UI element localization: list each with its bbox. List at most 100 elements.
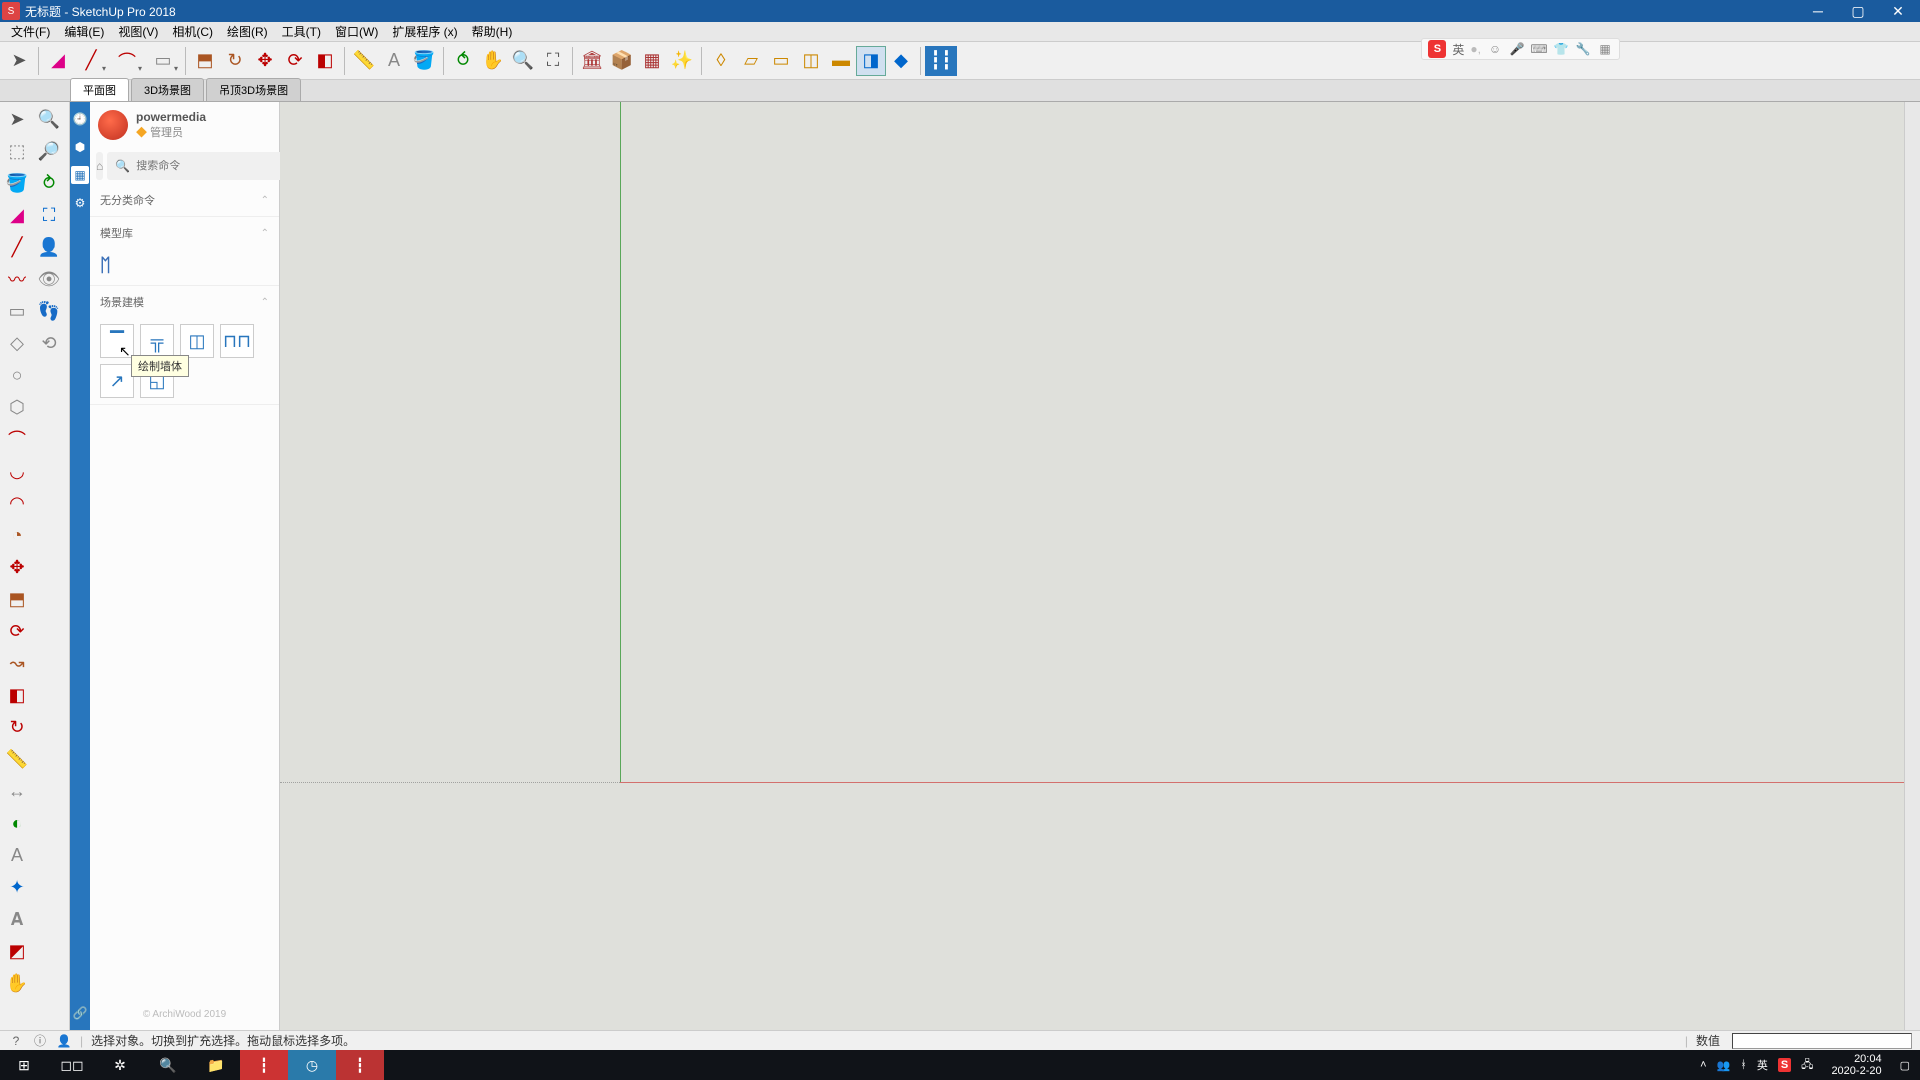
arc2-icon[interactable]: ◡	[2, 456, 32, 486]
orbit2-icon[interactable]: ⥁	[34, 168, 64, 198]
warehouse-icon[interactable]: 🏛	[577, 46, 607, 76]
prev-icon[interactable]: ⟲	[34, 328, 64, 358]
left-view-icon[interactable]: ◨	[856, 46, 886, 76]
followme-icon[interactable]: ↝	[2, 648, 32, 678]
ime-toolbar[interactable]: S 英 ●, ☺ 🎤 ⌨ 👕 🔧 ▦	[1421, 38, 1620, 60]
maximize-button[interactable]: ▢	[1838, 0, 1878, 22]
tape-icon[interactable]: 📏	[2, 744, 32, 774]
zoomwin-icon[interactable]: 🔎	[34, 136, 64, 166]
section-hdr-lib[interactable]: 模型库 ⌃	[90, 217, 279, 249]
rail-build-icon[interactable]: ▦	[71, 166, 89, 184]
text2-icon[interactable]: A	[2, 840, 32, 870]
position-camera-icon[interactable]: 👤	[34, 232, 64, 262]
rail-settings-icon[interactable]: ⚙	[71, 194, 89, 212]
offset-tool-icon[interactable]: ↻	[220, 46, 250, 76]
eraser-icon[interactable]: ◢	[2, 200, 32, 230]
taskbar-app3-icon[interactable]: ┇	[336, 1050, 384, 1080]
scene-tab-plan[interactable]: 平面图	[70, 78, 129, 101]
section-icon[interactable]: ◩	[2, 936, 32, 966]
eraser-tool-icon[interactable]: ◢	[43, 46, 73, 76]
section-hdr-uncat[interactable]: 无分类命令 ⌃	[90, 184, 279, 216]
rotate-tool-icon[interactable]: ⟳	[280, 46, 310, 76]
top-view-icon[interactable]: ▱	[736, 46, 766, 76]
rail-library-icon[interactable]: ⬢	[71, 138, 89, 156]
menu-ext[interactable]: 扩展程序 (x)	[386, 21, 463, 42]
ime-grid-icon[interactable]: ▦	[1597, 41, 1613, 57]
home-button-icon[interactable]: ⌂	[96, 152, 103, 180]
ime-toolbox-icon[interactable]: 🔧	[1575, 41, 1591, 57]
minimize-button[interactable]: ─	[1798, 0, 1838, 22]
wall-dim-button[interactable]: ↗	[100, 364, 134, 398]
status-help-icon[interactable]: ?	[8, 1033, 24, 1049]
tray-ime-lang[interactable]: 英	[1757, 1057, 1768, 1073]
menu-draw[interactable]: 绘图(R)	[221, 21, 274, 42]
ime-lang-label[interactable]: 英	[1452, 41, 1464, 58]
select-tool-icon[interactable]: ➤	[4, 46, 34, 76]
iso-view-icon[interactable]: ◊	[706, 46, 736, 76]
wall-t-button[interactable]: ╦	[140, 324, 174, 358]
protractor-icon[interactable]: ◐	[2, 808, 32, 838]
ime-mic-icon[interactable]: 🎤	[1509, 41, 1525, 57]
viewport-3d[interactable]	[280, 102, 1920, 1030]
zoomext-icon[interactable]: ⛶	[34, 200, 64, 230]
menu-edit[interactable]: 编辑(E)	[58, 21, 110, 42]
arc-tool-icon[interactable]: ⌒	[109, 46, 145, 76]
status-user-icon[interactable]: 👤	[56, 1033, 72, 1049]
menu-camera[interactable]: 相机(C)	[166, 21, 219, 42]
taskbar-app2-icon[interactable]: ◷	[288, 1050, 336, 1080]
polygon-icon[interactable]: ⬡	[2, 392, 32, 422]
ime-emoji-icon[interactable]: ☺	[1487, 41, 1503, 57]
section-hdr-build[interactable]: 场景建模 ⌃	[90, 286, 279, 318]
look-around-icon[interactable]: 👁	[34, 264, 64, 294]
shape-tool-icon[interactable]: ▭	[145, 46, 181, 76]
front-view-icon[interactable]: ▭	[766, 46, 796, 76]
close-button[interactable]: ✕	[1878, 0, 1918, 22]
taskbar-search-icon[interactable]: 🔍	[144, 1050, 192, 1080]
pushpull2-icon[interactable]: ⬒	[2, 584, 32, 614]
ime-punct-icon[interactable]: ●,	[1470, 42, 1481, 56]
ime-skin-icon[interactable]: 👕	[1553, 41, 1569, 57]
taskbar-explorer-icon[interactable]: 📁	[192, 1050, 240, 1080]
status-info-icon[interactable]: ⓘ	[32, 1033, 48, 1049]
tray-network-icon[interactable]: 🖧	[1801, 1056, 1813, 1075]
scene-tab-ceiling[interactable]: 吊顶3D场景图	[206, 78, 301, 101]
tray-notifications-icon[interactable]: ▢	[1900, 1059, 1910, 1072]
layout-icon[interactable]: ▦	[637, 46, 667, 76]
ime-keyboard-icon[interactable]: ⌨	[1531, 41, 1547, 57]
scale2-icon[interactable]: ◧	[2, 680, 32, 710]
pan2-icon[interactable]: ✋	[2, 968, 32, 998]
walk-icon[interactable]: 👣	[34, 296, 64, 326]
text-tool-icon[interactable]: A	[379, 46, 409, 76]
dimension-icon[interactable]: ↔	[2, 776, 32, 806]
rail-link-icon[interactable]: 🔗	[71, 1004, 89, 1022]
rotate2-icon[interactable]: ⟳	[2, 616, 32, 646]
arc-icon[interactable]: ⌒	[2, 424, 32, 454]
add-location-icon[interactable]: ✨	[667, 46, 697, 76]
extension-warehouse-icon[interactable]: 📦	[607, 46, 637, 76]
draw-wall-button[interactable]: ▔ ↖ 绘制墙体	[100, 324, 134, 358]
tray-clock[interactable]: 20:04 2020-2-20	[1823, 1053, 1889, 1077]
menu-help[interactable]: 帮助(H)	[466, 21, 519, 42]
user-avatar-icon[interactable]	[98, 110, 128, 140]
select-icon[interactable]: ➤	[2, 104, 32, 134]
zoom-tool-icon[interactable]: 🔍	[508, 46, 538, 76]
plugin-archiwood-icon[interactable]: ┇┇	[925, 46, 957, 76]
right-view-icon[interactable]: ◫	[796, 46, 826, 76]
line-tool-icon[interactable]: ╱	[73, 46, 109, 76]
paint-bucket-icon[interactable]: 🪣	[409, 46, 439, 76]
rail-recent-icon[interactable]: 🕘	[71, 110, 89, 128]
search-box[interactable]: 🔍	[107, 152, 286, 180]
arc3-icon[interactable]: ◠	[2, 488, 32, 518]
taskbar-fan-icon[interactable]: ✲	[96, 1050, 144, 1080]
pushpull-tool-icon[interactable]: ⬒	[190, 46, 220, 76]
pie-icon[interactable]: ◔	[2, 520, 32, 550]
offset2-icon[interactable]: ↻	[2, 712, 32, 742]
menu-tools[interactable]: 工具(T)	[276, 21, 327, 42]
taskview-button[interactable]: ◻◻	[48, 1050, 96, 1080]
rectangle-icon[interactable]: ▭	[2, 296, 32, 326]
tray-sogou-icon[interactable]: S	[1778, 1058, 1791, 1072]
pan-tool-icon[interactable]: ✋	[478, 46, 508, 76]
zoom-extents-icon[interactable]: ⛶	[538, 46, 568, 76]
orbit-tool-icon[interactable]: ⥀	[448, 46, 478, 76]
circle-icon[interactable]: ○	[2, 360, 32, 390]
